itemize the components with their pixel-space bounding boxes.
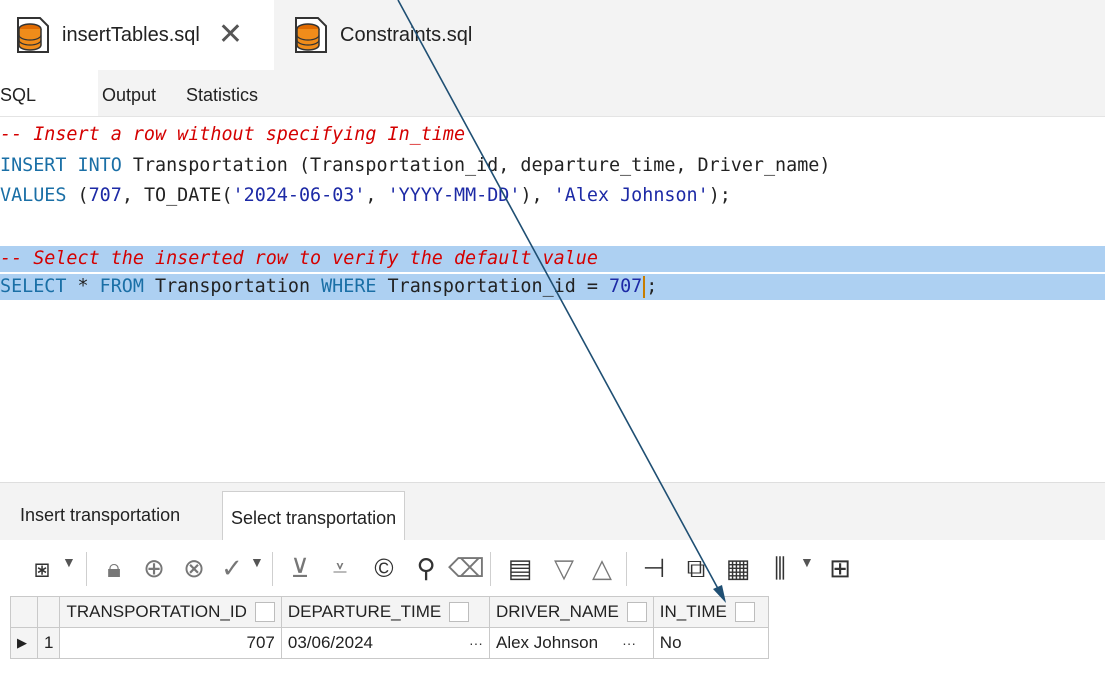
result-tab-bar: Insert transportation Select transportat… — [0, 482, 1105, 541]
column-menu-icon[interactable] — [734, 602, 755, 623]
number-literal: 707 — [88, 185, 122, 206]
editor-tab-bar: SQL Output Statistics — [0, 70, 1105, 117]
chart-icon[interactable]: ⫼ — [762, 550, 798, 586]
add-row-icon[interactable]: ⊕ — [136, 550, 172, 586]
column-header-label: DRIVER_NAME — [495, 601, 619, 621]
filter-down-icon[interactable]: ▽ — [546, 550, 582, 586]
keyword: FROM — [99, 276, 144, 297]
toolbar-separator — [626, 552, 627, 586]
toolbar-separator — [490, 552, 491, 586]
cell-value: 03/06/2024 — [287, 633, 373, 652]
code-text: * — [66, 276, 100, 297]
tab-output[interactable]: Output — [102, 70, 156, 116]
lock-icon[interactable]: 🔒︎ — [96, 550, 132, 586]
grid-header-row: TRANSPORTATION_ID DEPARTURE_TIME DRIVER_… — [10, 596, 769, 628]
column-header-label: DEPARTURE_TIME — [287, 601, 442, 621]
column-header[interactable]: DRIVER_NAME — [488, 596, 654, 628]
code-line-selected: -- Select the inserted row to verify the… — [0, 246, 1105, 272]
file-tab-label: insertTables.sql — [62, 23, 200, 46]
cell-in-time[interactable]: No — [652, 627, 769, 659]
export-icon[interactable]: ▤ — [502, 550, 538, 586]
chevron-down-icon[interactable]: ▼ — [800, 554, 814, 570]
column-header[interactable]: DEPARTURE_TIME — [280, 596, 490, 628]
tab-select-transportation[interactable]: Select transportation — [222, 491, 406, 540]
tab-constraints[interactable]: Constraints.sql — [278, 0, 578, 70]
import-icon[interactable]: ▦ — [720, 550, 756, 586]
database-file-icon — [290, 15, 330, 55]
code-line-selected: SELECT * FROM Transportation WHERE Trans… — [0, 274, 1105, 300]
row-pointer-icon: ▶ — [10, 627, 38, 659]
column-menu-icon[interactable] — [449, 602, 470, 623]
result-grid: TRANSPORTATION_ID DEPARTURE_TIME DRIVER_… — [10, 596, 769, 659]
code-text: , — [365, 185, 388, 206]
sql-editor[interactable]: -- Insert a row without specifying In_ti… — [0, 118, 1105, 480]
result-toolbar: ⧆ ▼ 🔒︎ ⊕ ⊗ ✓ ▼ ⊻ ⩡ © ⚲ ⌫ ▤ ▽ △ ⊣ ⧉ ▦ ⫼ ▼… — [0, 540, 1105, 598]
fetch-all-icon[interactable]: ⩡ — [322, 550, 358, 586]
text-cursor — [643, 276, 646, 298]
code-text: , TO_DATE( — [121, 185, 233, 206]
corner-cell — [36, 596, 61, 628]
refresh-icon[interactable]: © — [366, 550, 402, 586]
file-tab-label: Constraints.sql — [340, 23, 473, 46]
column-header-label: IN_TIME — [659, 601, 727, 621]
layout-icon[interactable]: ⊞ — [822, 550, 858, 586]
tab-insert-tables[interactable]: insertTables.sql ✕ — [0, 0, 274, 70]
code-text: ; — [646, 276, 658, 297]
tab-sql[interactable]: SQL — [0, 70, 98, 116]
tab-insert-transportation[interactable]: Insert transportation — [20, 505, 180, 526]
row-number: 1 — [36, 627, 61, 659]
toolbar-separator — [272, 552, 273, 586]
delete-row-icon[interactable]: ⊗ — [176, 550, 212, 586]
close-icon[interactable]: ✕ — [218, 20, 243, 50]
cell-transportation-id[interactable]: 707 — [59, 627, 282, 659]
tab-label: Output — [102, 85, 157, 105]
database-file-icon — [12, 15, 52, 55]
code-text: Transportation (Transportation_id, depar… — [121, 155, 831, 176]
column-menu-icon[interactable] — [626, 602, 647, 623]
code-text: Transportation_id = — [376, 276, 609, 297]
toolbar-separator — [86, 552, 87, 586]
column-header[interactable]: TRANSPORTATION_ID — [59, 596, 282, 628]
tree-icon[interactable]: ⊣ — [636, 550, 672, 586]
code-text: Transportation — [143, 276, 322, 297]
column-header-label: TRANSPORTATION_ID — [66, 601, 247, 621]
apply-check-icon[interactable]: ✓ — [214, 550, 250, 586]
cell-driver-name[interactable]: Alex Johnson ··· — [488, 627, 654, 659]
chevron-down-icon[interactable]: ▼ — [250, 554, 264, 570]
ellipsis-icon[interactable]: ··· — [622, 635, 636, 651]
ellipsis-icon[interactable]: ··· — [469, 635, 483, 651]
code-line: -- Insert a row without specifying In_ti… — [0, 124, 466, 145]
grid-settings-icon[interactable]: ⧆ — [24, 550, 60, 586]
code-line: VALUES (707, TO_DATE('2024-06-03', 'YYYY… — [0, 183, 731, 209]
column-menu-icon[interactable] — [254, 602, 275, 623]
keyword: VALUES — [0, 185, 67, 206]
string-literal: '2024-06-03' — [232, 185, 366, 206]
string-literal: 'Alex Johnson' — [553, 185, 709, 206]
clear-icon[interactable]: ⌫ — [448, 550, 485, 586]
corner-cell — [10, 596, 38, 628]
code-line: INSERT INTO Transportation (Transportati… — [0, 153, 830, 179]
scroll-down-icon[interactable]: ⊻ — [282, 550, 318, 586]
code-text: ), — [520, 185, 554, 206]
keyword: WHERE — [321, 276, 377, 297]
tab-label: SQL — [0, 85, 37, 105]
table-row[interactable]: ▶ 1 707 03/06/2024 ··· Alex Johnson ··· No — [10, 627, 769, 659]
code-text: ( — [66, 185, 89, 206]
cell-departure-time[interactable]: 03/06/2024 ··· — [280, 627, 490, 659]
find-icon[interactable]: ⚲ — [408, 550, 444, 586]
code-text: ); — [708, 185, 731, 206]
filter-up-icon[interactable]: △ — [584, 550, 620, 586]
cell-value: Alex Johnson — [495, 633, 599, 652]
keyword: SELECT — [0, 276, 67, 297]
copy-icon[interactable]: ⧉ — [678, 550, 714, 586]
number-literal: 707 — [609, 276, 643, 297]
chevron-down-icon[interactable]: ▼ — [62, 554, 76, 570]
keyword: INSERT INTO — [0, 155, 122, 176]
string-literal: 'YYYY-MM-DD' — [387, 185, 521, 206]
file-tab-bar: insertTables.sql ✕ Constraints.sql — [0, 0, 1105, 71]
tab-statistics[interactable]: Statistics — [186, 70, 258, 116]
column-header[interactable]: IN_TIME — [652, 596, 769, 628]
tab-label: Statistics — [186, 85, 259, 105]
